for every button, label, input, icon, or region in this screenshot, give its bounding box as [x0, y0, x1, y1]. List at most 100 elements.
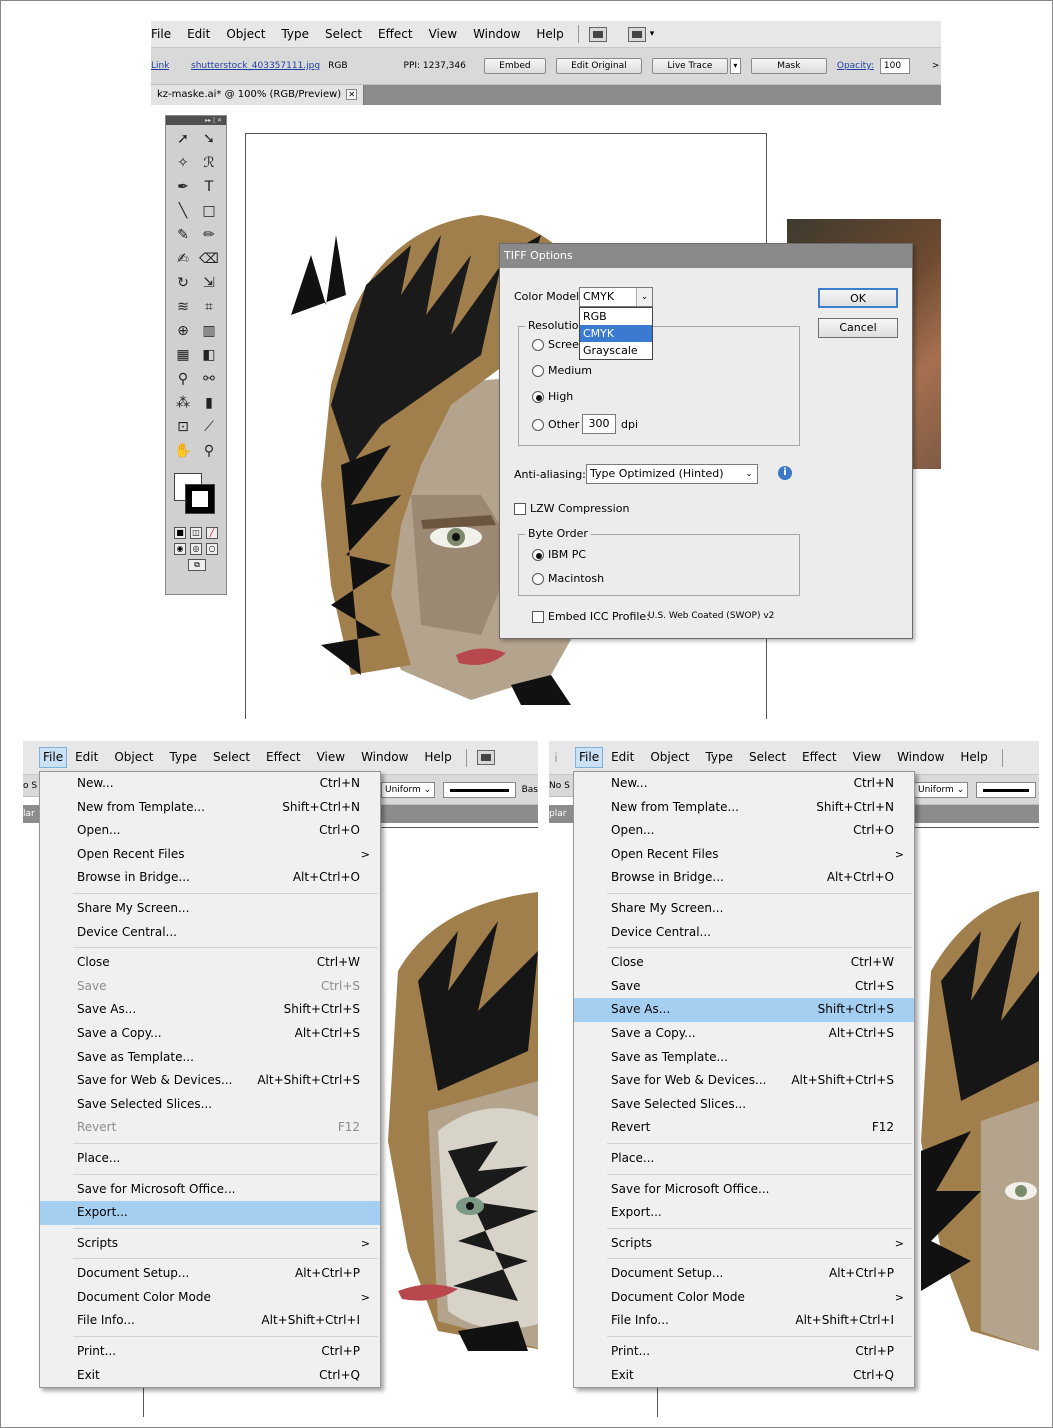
menu-item-device-central[interactable]: Device Central... [574, 921, 914, 945]
menu-item-file-info[interactable]: File Info... Alt+Shift+Ctrl+I [40, 1309, 380, 1333]
menu-item-share-my-screen[interactable]: Share My Screen... [574, 897, 914, 921]
menu-item-save-as[interactable]: Save As... Shift+Ctrl+S [574, 998, 914, 1022]
mesh-tool-icon[interactable]: ▦ [172, 345, 194, 365]
edit-original-button[interactable]: Edit Original [555, 58, 642, 74]
cancel-button[interactable]: Cancel [818, 318, 898, 338]
menu-item-new[interactable]: New... Ctrl+N [574, 772, 914, 796]
paintbrush-tool-icon[interactable]: ✎ [172, 225, 194, 245]
menu-item-save-for-microsoft-office[interactable]: Save for Microsoft Office... [40, 1178, 380, 1202]
hand-tool-icon[interactable]: ✋ [172, 441, 194, 461]
scale-tool-icon[interactable]: ⇲ [198, 273, 220, 293]
menu-file[interactable]: File [39, 747, 68, 768]
pen-tool-icon[interactable]: ✒ [172, 177, 194, 197]
menu-item-place[interactable]: Place... [40, 1147, 380, 1171]
more-arrow[interactable]: > [932, 61, 940, 71]
resolution-high-radio[interactable]: High [532, 390, 573, 403]
arrange-documents-icon[interactable] [627, 26, 646, 42]
menu-help[interactable]: Help [528, 21, 571, 48]
opacity-field[interactable]: 100 [879, 58, 910, 74]
info-icon[interactable]: i [778, 466, 792, 480]
menu-item-save-for-web-devices[interactable]: Save for Web & Devices... Alt+Shift+Ctrl+… [574, 1069, 914, 1093]
uniform-select[interactable]: Uniform ⌄ [914, 781, 969, 798]
draw-behind-icon[interactable]: ◎ [190, 543, 202, 555]
bridge-icon[interactable] [476, 750, 495, 765]
menu-type[interactable]: Type [697, 744, 741, 771]
screen-mode-icon[interactable]: ⧉ [188, 559, 206, 571]
ok-button[interactable]: OK [818, 288, 898, 308]
menu-item-document-setup[interactable]: Document Setup... Alt+Ctrl+P [574, 1262, 914, 1286]
menu-window[interactable]: Window [465, 21, 528, 48]
shape-builder-tool-icon[interactable]: ⊕ [172, 321, 194, 341]
menu-object[interactable]: Object [642, 744, 697, 771]
symbol-sprayer-tool-icon[interactable]: ⁂ [172, 393, 194, 413]
blob-brush-tool-icon[interactable]: ✍ [172, 249, 194, 269]
lzw-compression-checkbox[interactable]: LZW Compression [514, 502, 629, 515]
brush-stroke-select[interactable] [443, 781, 516, 798]
none-icon[interactable]: ╱ [206, 527, 218, 539]
menu-edit[interactable]: Edit [179, 21, 218, 48]
warp-tool-icon[interactable]: ≋ [172, 297, 194, 317]
menu-item-open-recent-files[interactable]: Open Recent Files > [574, 843, 914, 867]
embed-icc-checkbox[interactable]: Embed ICC Profile: [532, 610, 650, 623]
menu-effect[interactable]: Effect [370, 21, 421, 48]
chevron-down-icon[interactable]: ⌄ [741, 465, 757, 483]
menu-type[interactable]: Type [161, 744, 205, 771]
chevron-down-icon[interactable]: ▾ [650, 29, 655, 39]
magic-wand-tool-icon[interactable]: ✧ [172, 153, 194, 173]
lasso-tool-icon[interactable]: ℛ [198, 153, 220, 173]
menu-item-save-for-web-devices[interactable]: Save for Web & Devices... Alt+Shift+Ctrl+… [40, 1069, 380, 1093]
menu-item-save-as[interactable]: Save As... Shift+Ctrl+S [40, 998, 380, 1022]
menu-effect[interactable]: Effect [258, 744, 309, 771]
color-icon[interactable]: ■ [174, 527, 186, 539]
color-model-select[interactable]: CMYK ⌄ [579, 287, 653, 307]
live-trace-button[interactable]: Live Trace [651, 58, 728, 74]
linked-file-link[interactable]: Linked File [151, 61, 169, 71]
free-transform-tool-icon[interactable]: ⌗ [198, 297, 220, 317]
mask-button[interactable]: Mask [750, 58, 827, 74]
menu-item-save-a-copy[interactable]: Save a Copy... Alt+Ctrl+S [574, 1022, 914, 1046]
menu-item-document-color-mode[interactable]: Document Color Mode > [40, 1286, 380, 1310]
menu-item-open[interactable]: Open... Ctrl+O [574, 819, 914, 843]
byte-order-mac-radio[interactable]: Macintosh [532, 572, 604, 585]
menu-object[interactable]: Object [106, 744, 161, 771]
menu-item-new-from-template[interactable]: New from Template... Shift+Ctrl+N [40, 796, 380, 820]
menu-item-scripts[interactable]: Scripts > [40, 1232, 380, 1256]
menu-item-export[interactable]: Export... [574, 1201, 914, 1225]
menu-item-revert[interactable]: Revert F12 [574, 1116, 914, 1140]
byte-order-ibm-radio[interactable]: IBM PC [532, 548, 586, 561]
menu-item-save-as-template[interactable]: Save as Template... [40, 1046, 380, 1070]
anti-aliasing-select[interactable]: Type Optimized (Hinted) ⌄ [586, 464, 758, 484]
menu-view[interactable]: View [421, 21, 465, 48]
embed-button[interactable]: Embed [483, 58, 546, 74]
resolution-screen-radio[interactable]: Scree [532, 338, 579, 351]
menu-item-browse-in-bridge[interactable]: Browse in Bridge... Alt+Ctrl+O [40, 866, 380, 890]
menu-view[interactable]: View [845, 744, 889, 771]
rectangle-tool-icon[interactable]: □ [198, 201, 220, 221]
menu-view[interactable]: View [309, 744, 353, 771]
menu-window[interactable]: Window [353, 744, 416, 771]
menu-file[interactable]: File [575, 747, 604, 768]
menu-effect[interactable]: Effect [794, 744, 845, 771]
draw-inside-icon[interactable]: ○ [206, 543, 218, 555]
menu-item-save-selected-slices[interactable]: Save Selected Slices... [574, 1093, 914, 1117]
menu-window[interactable]: Window [889, 744, 952, 771]
menu-edit[interactable]: Edit [67, 744, 106, 771]
close-icon[interactable]: ✕ [346, 89, 358, 100]
menu-item-file-info[interactable]: File Info... Alt+Shift+Ctrl+I [574, 1309, 914, 1333]
menu-item-exit[interactable]: Exit Ctrl+Q [40, 1364, 380, 1388]
eyedropper-tool-icon[interactable]: ⚲ [172, 369, 194, 389]
file-name-link[interactable]: shutterstock_403357111.jpg [191, 61, 320, 71]
menu-item-new-from-template[interactable]: New from Template... Shift+Ctrl+N [574, 796, 914, 820]
menu-select[interactable]: Select [741, 744, 794, 771]
gradient-tool-icon[interactable]: ◧ [198, 345, 220, 365]
menu-object[interactable]: Object [218, 21, 273, 48]
menu-item-save-selected-slices[interactable]: Save Selected Slices... [40, 1093, 380, 1117]
color-model-option-grayscale[interactable]: Grayscale [580, 342, 652, 359]
rotate-tool-icon[interactable]: ↻ [172, 273, 194, 293]
pencil-tool-icon[interactable]: ✏ [198, 225, 220, 245]
slice-tool-icon[interactable]: ⟋ [198, 417, 220, 437]
stroke-swatch[interactable] [185, 484, 215, 514]
line-tool-icon[interactable]: ╲ [172, 201, 194, 221]
column-graph-tool-icon[interactable]: ▮ [198, 393, 220, 413]
menu-help[interactable]: Help [952, 744, 995, 771]
